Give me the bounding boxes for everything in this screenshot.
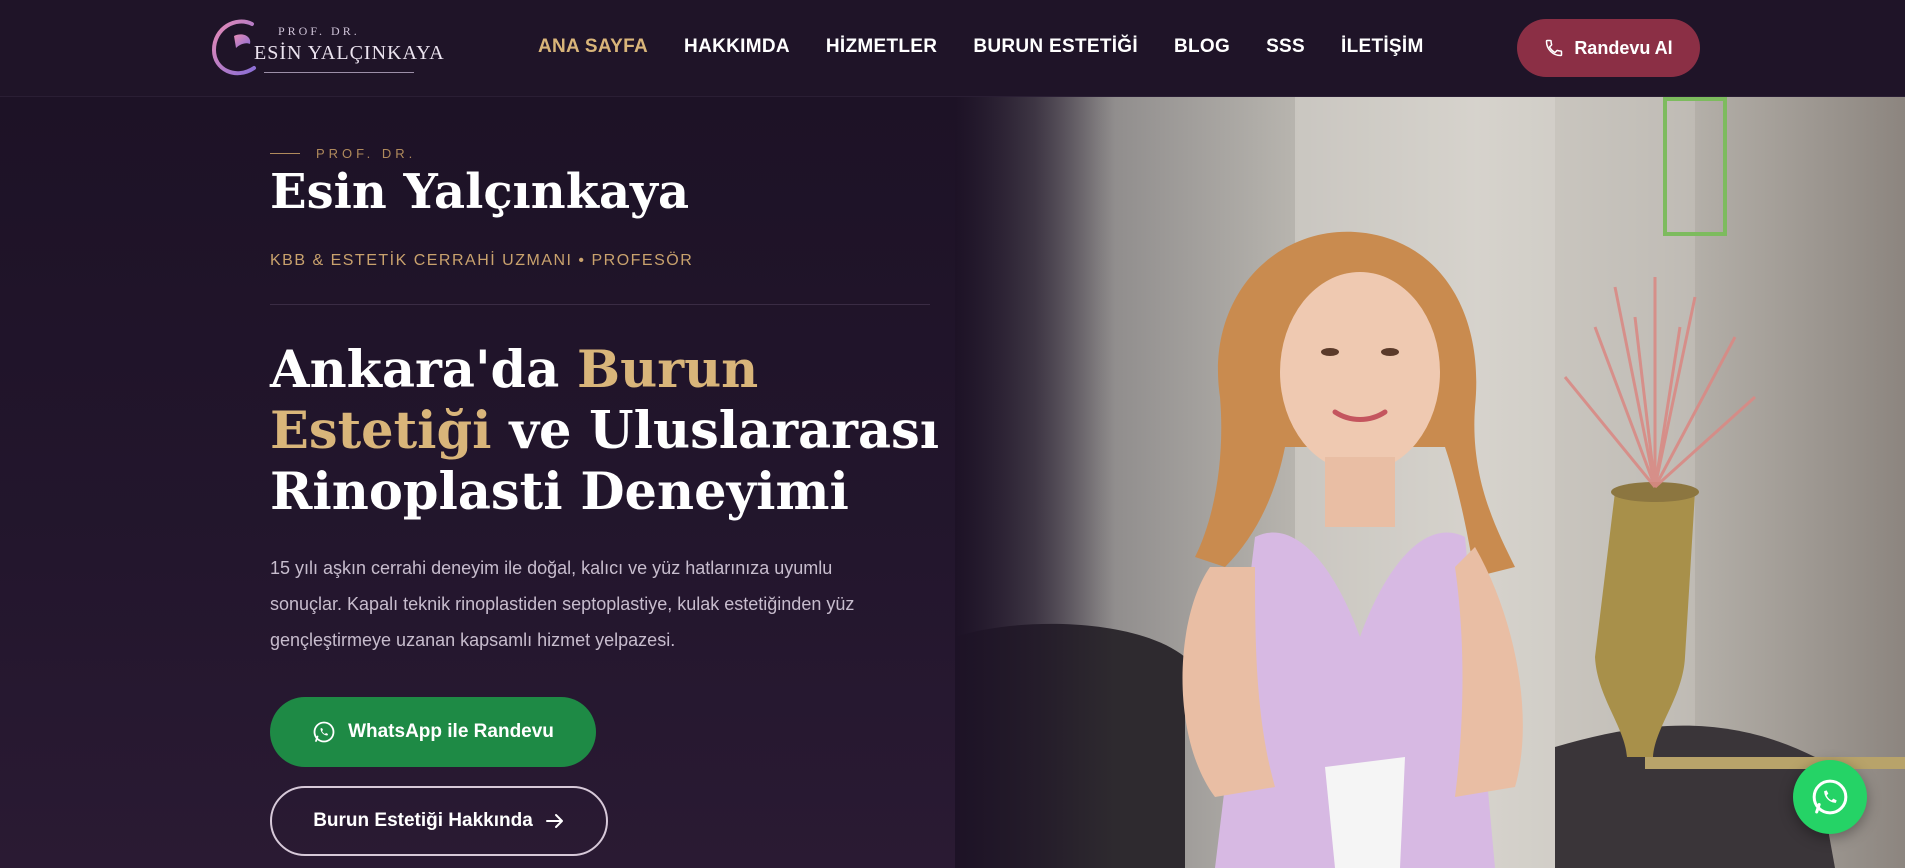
nav-item-ana-sayfa[interactable]: ANA SAYFA xyxy=(538,36,648,58)
eyebrow-text: PROF. DR. xyxy=(316,146,417,161)
site-header: PROF. DR. ESİN YALÇINKAYA ANA SAYFA HAKK… xyxy=(0,0,1905,97)
randevu-al-label: Randevu Al xyxy=(1574,37,1673,58)
nav-item-burun-estetigi[interactable]: BURUN ESTETİĞİ xyxy=(973,36,1138,58)
nav-item-blog[interactable]: BLOG xyxy=(1174,36,1230,58)
hero-divider xyxy=(270,304,930,305)
phone-icon xyxy=(1546,39,1563,57)
hero-photo xyxy=(955,97,1905,868)
whatsapp-button-label: WhatsApp ile Randevu xyxy=(348,721,554,742)
logo[interactable]: PROF. DR. ESİN YALÇINKAYA xyxy=(206,14,444,82)
nav-item-hizmetler[interactable]: HİZMETLER xyxy=(826,36,937,58)
arrow-right-icon xyxy=(545,814,563,828)
hero-headline: Ankara'da Burun Estetiği ve Uluslararası… xyxy=(270,340,960,523)
logo-name: ESİN YALÇINKAYA xyxy=(254,42,445,64)
hero-eyebrow: PROF. DR. xyxy=(270,146,416,161)
whatsapp-icon xyxy=(1812,779,1848,815)
photo-fade-overlay xyxy=(955,97,1115,868)
nav-item-hakkimda[interactable]: HAKKIMDA xyxy=(684,36,790,58)
nav-item-iletisim[interactable]: İLETİŞİM xyxy=(1341,36,1424,58)
whatsapp-randevu-button[interactable]: WhatsApp ile Randevu xyxy=(270,697,596,767)
hero-description: 15 yılı aşkın cerrahi deneyim ile doğal,… xyxy=(270,558,855,650)
hero-specialty: KBB & ESTETİK CERRAHİ UZMANI • PROFESÖR xyxy=(270,252,694,269)
headline-part1: Ankara'da xyxy=(270,340,578,400)
logo-underline xyxy=(264,72,414,73)
randevu-al-button[interactable]: Randevu Al xyxy=(1517,19,1700,77)
eyebrow-line xyxy=(270,153,300,154)
hero-doctor-name: Esin Yalçınkaya xyxy=(270,164,690,220)
whatsapp-icon xyxy=(313,721,335,743)
secondary-button-label: Burun Estetiği Hakkında xyxy=(313,810,533,831)
logo-prefix: PROF. DR. xyxy=(278,24,360,38)
whatsapp-floating-button[interactable] xyxy=(1793,760,1867,834)
main-nav: ANA SAYFA HAKKIMDA HİZMETLER BURUN ESTET… xyxy=(538,36,1460,58)
nav-item-sss[interactable]: SSS xyxy=(1266,36,1305,58)
burun-estetigi-hakkinda-button[interactable]: Burun Estetiği Hakkında xyxy=(270,786,608,856)
